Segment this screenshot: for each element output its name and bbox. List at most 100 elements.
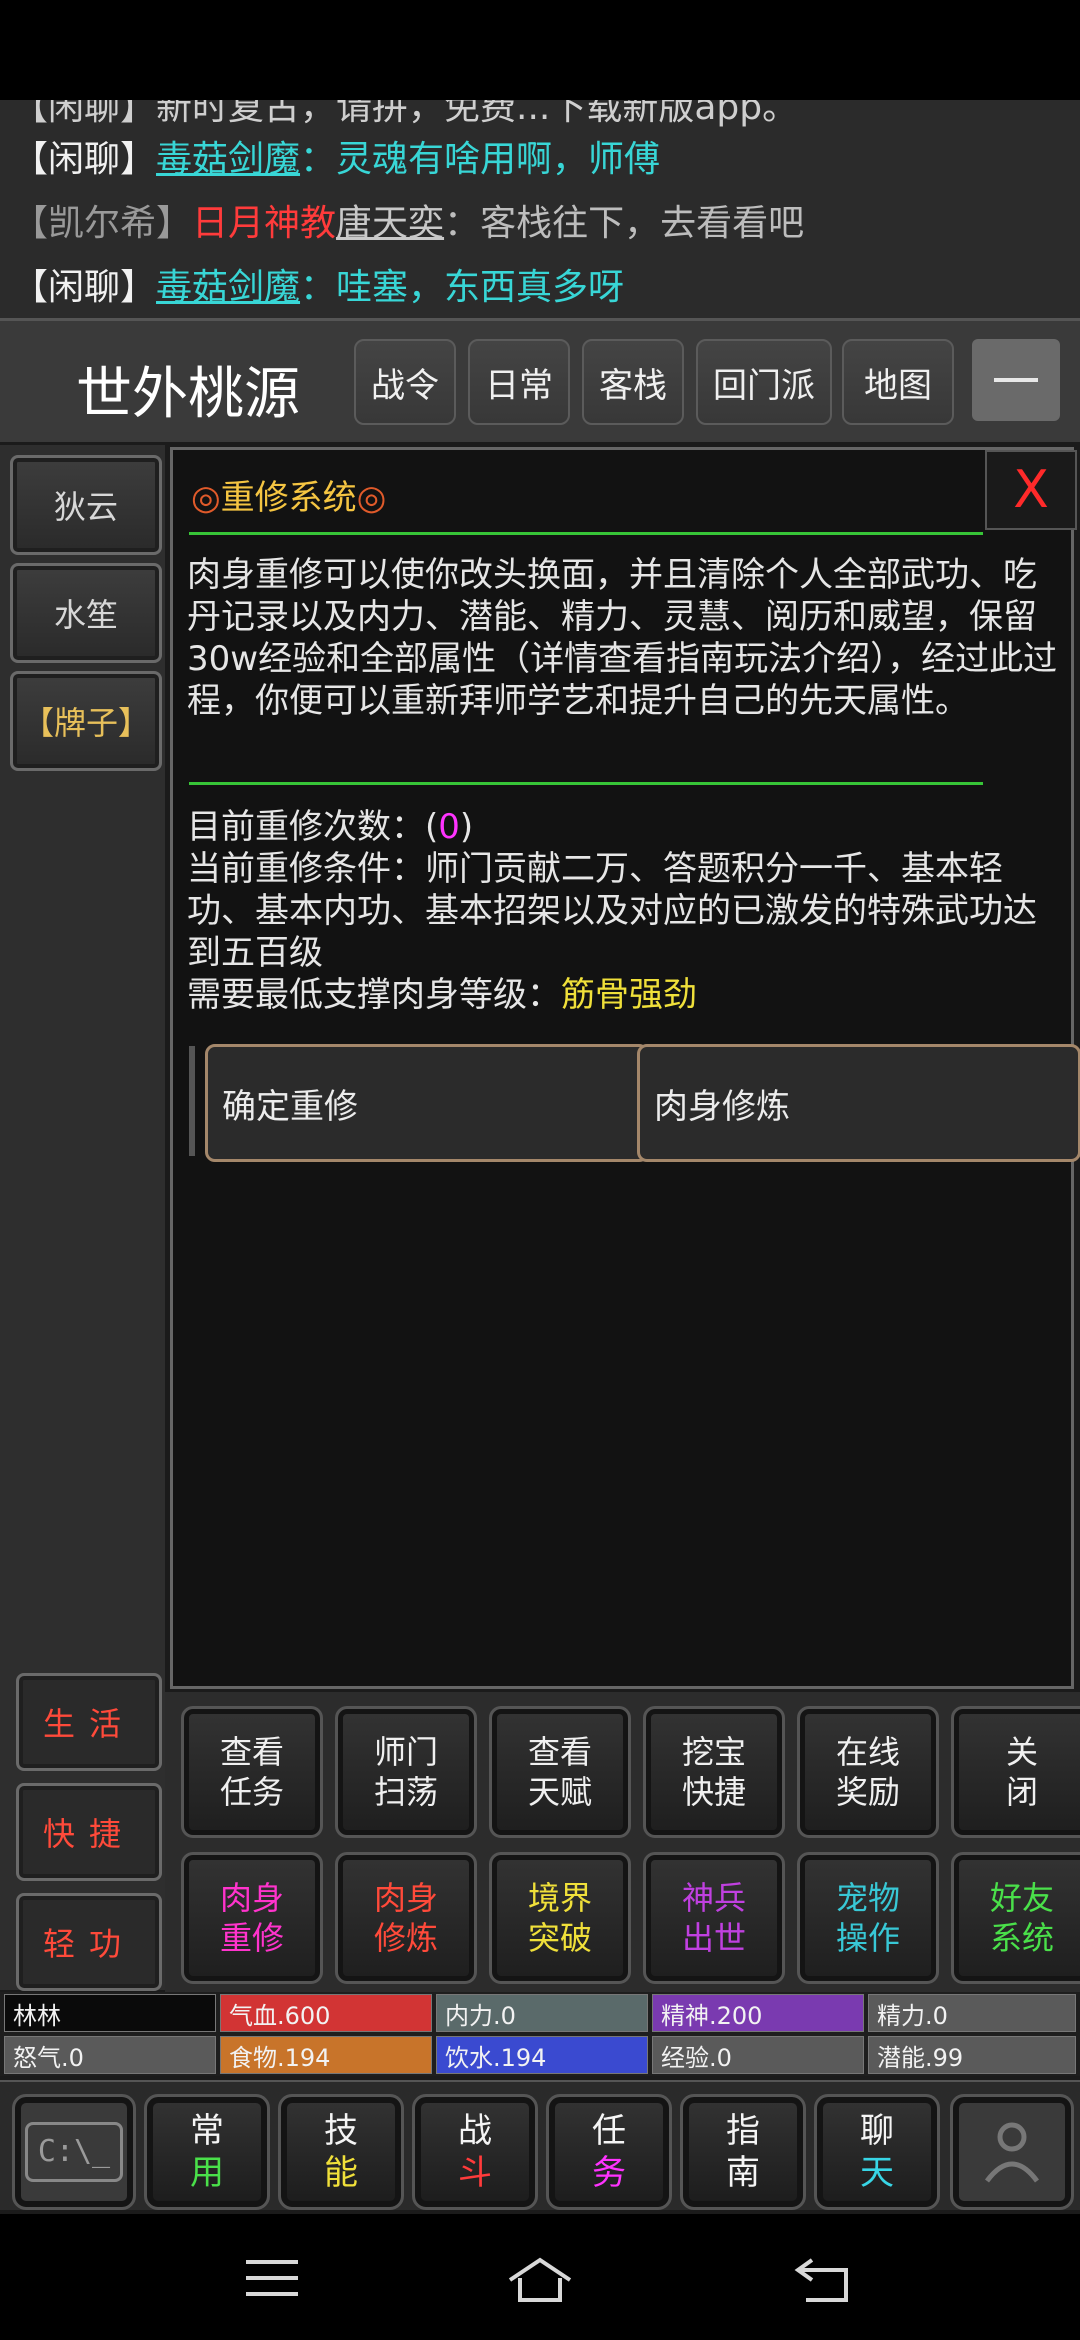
btn-line: 任务: [219, 1773, 284, 1811]
body-train-grid-button[interactable]: 肉身 修炼: [335, 1852, 477, 1984]
npc-button[interactable]: 水笙: [10, 563, 162, 663]
home-icon[interactable]: [506, 2256, 574, 2304]
shortcut-button[interactable]: 快捷: [16, 1783, 162, 1881]
count-bracket: ): [459, 807, 474, 847]
chat-message: 灵魂有啥用啊，师傅: [336, 139, 661, 180]
qinggong-button[interactable]: 轻功: [16, 1893, 162, 1991]
chat-sender[interactable]: 毒菇剑魔: [156, 139, 300, 180]
required-level: 需要最低支撑肉身等级：筋骨强劲: [187, 974, 1067, 1016]
tab-line: 天: [860, 2153, 894, 2193]
sect-sweep-button[interactable]: 师门 扫荡: [335, 1706, 477, 1838]
chat-sender[interactable]: 唐天奕: [336, 203, 444, 244]
nav-zhanling-button[interactable]: 战令: [354, 339, 456, 425]
npc-sign-button[interactable]: 【牌子】: [10, 671, 162, 771]
btn-line: 操作: [835, 1919, 900, 1957]
minus-icon: [994, 378, 1038, 382]
chat-sep: ：: [300, 267, 337, 308]
chat-channel: 【闲聊】: [12, 267, 157, 308]
tab-line: 务: [592, 2153, 626, 2193]
chat-line: 【闲聊】毒菇剑魔：灵魂有啥用啊，师傅: [12, 130, 660, 182]
combat-tab[interactable]: 战斗: [412, 2094, 538, 2210]
btn-line: 肉身: [219, 1879, 284, 1917]
confirm-rebuild-button[interactable]: 确定重修: [205, 1044, 649, 1162]
stat-energy: 精力.0: [868, 1994, 1076, 2032]
btn-line: 查看: [527, 1733, 592, 1771]
nav-map-button[interactable]: 地图: [842, 339, 954, 425]
tab-line: 常: [190, 2111, 224, 2151]
close-grid-button[interactable]: 关闭: [951, 1706, 1080, 1838]
btn-line: 扫荡: [373, 1773, 438, 1811]
location-bar: 世外桃源 战令 日常 客栈 回门派 地图: [0, 318, 1080, 442]
player-name: 林林: [4, 1994, 216, 2032]
btn-line: 神兵: [681, 1879, 746, 1917]
close-button[interactable]: X: [985, 450, 1077, 530]
profile-button[interactable]: [950, 2094, 1074, 2210]
chat-sect: 日月神教: [192, 203, 337, 244]
tab-line: 任: [592, 2111, 626, 2151]
treasure-shortcut-button[interactable]: 挖宝 快捷: [643, 1706, 785, 1838]
divider-line: [189, 782, 983, 785]
skills-tab[interactable]: 技能: [278, 2094, 404, 2210]
chat-tab[interactable]: 聊天: [814, 2094, 940, 2210]
stat-exp: 经验.0: [652, 2036, 864, 2074]
back-icon[interactable]: [794, 2256, 850, 2304]
chat-message: 客栈往下，去看看吧: [480, 203, 805, 244]
stat-neili: 内力.0: [436, 1994, 648, 2032]
nav-daily-button[interactable]: 日常: [468, 339, 570, 425]
terminal-icon: C:\_: [24, 2122, 124, 2182]
guide-tab[interactable]: 指南: [680, 2094, 806, 2210]
level-label: 需要最低支撑肉身等级：: [187, 975, 561, 1015]
chat-sep: ：: [300, 139, 337, 180]
friends-button[interactable]: 好友 系统: [951, 1852, 1080, 1984]
common-tab[interactable]: 常用: [144, 2094, 270, 2210]
quests-tab[interactable]: 任务: [546, 2094, 672, 2210]
tab-line: 用: [190, 2153, 224, 2193]
stat-food: 食物.194: [220, 2036, 432, 2074]
system-navigation: [0, 2214, 1080, 2340]
button-group-marker: [189, 1046, 195, 1156]
nav-inn-button[interactable]: 客栈: [582, 339, 684, 425]
body-rebuild-button[interactable]: 肉身 重修: [181, 1852, 323, 1984]
btn-line: 好友: [989, 1879, 1054, 1917]
bottom-menu: C:\_ 常用 技能 战斗 任务 指南 聊天: [0, 2080, 1080, 2210]
divine-weapon-button[interactable]: 神兵 出世: [643, 1852, 785, 1984]
divider-line: [189, 532, 983, 535]
ornament-icon: ◎: [191, 478, 221, 518]
view-tasks-button[interactable]: 查看 任务: [181, 1706, 323, 1838]
chat-sender[interactable]: 毒菇剑魔: [156, 267, 300, 308]
btn-line: 快捷: [681, 1773, 746, 1811]
level-value: 筋骨强劲: [561, 975, 697, 1015]
stats-bar: 林林 气血.600 内力.0 精神.200 精力.0 怒气.0 食物.194 饮…: [0, 1992, 1080, 2076]
terminal-button[interactable]: C:\_: [12, 2094, 136, 2210]
profile-icon: [984, 2122, 1040, 2183]
btn-line: 查看: [219, 1733, 284, 1771]
count-bracket: (: [425, 807, 439, 847]
btn-line: 在线: [835, 1733, 900, 1771]
chat-log[interactable]: 【闲聊】新时复古，请拼，免费...下载新版app。 【闲聊】毒菇剑魔：灵魂有啥用…: [0, 100, 1080, 318]
action-grid: 查看 任务 师门 扫荡 查看 天赋 挖宝 快捷 在线 奖励 关闭 肉身 重修 肉身 修炼 境界…: [165, 1692, 1080, 1992]
chat-channel: 【凯尔希】: [12, 203, 193, 244]
rebuild-count: 目前重修次数：(0): [187, 806, 1067, 848]
stat-rage: 怒气.0: [4, 2036, 216, 2074]
chat-line: 【凯尔希】日月神教唐天奕：客栈往下，去看看吧: [12, 194, 804, 246]
npc-button[interactable]: 狄云: [10, 455, 162, 555]
btn-line: 重修: [219, 1919, 284, 1957]
tab-line: 斗: [458, 2153, 492, 2193]
view-talent-button[interactable]: 查看 天赋: [489, 1706, 631, 1838]
body-train-button[interactable]: 肉身修炼: [637, 1044, 1080, 1162]
chat-sep: ：: [444, 203, 481, 244]
realm-breakthrough-button[interactable]: 境界 突破: [489, 1852, 631, 1984]
btn-line: 宠物: [835, 1879, 900, 1917]
chat-message: 哇塞，东西真多呀: [336, 267, 625, 308]
btn-line: 天赋: [527, 1773, 592, 1811]
pet-button[interactable]: 宠物 操作: [797, 1852, 939, 1984]
nav-return-sect-button[interactable]: 回门派: [696, 339, 832, 425]
life-button[interactable]: 生活: [16, 1673, 162, 1771]
minimize-button[interactable]: [972, 339, 1060, 421]
menu-icon[interactable]: [244, 2256, 300, 2300]
online-reward-button[interactable]: 在线 奖励: [797, 1706, 939, 1838]
stat-spirit: 精神.200: [652, 1994, 864, 2032]
btn-line: 突破: [527, 1919, 592, 1957]
btn-line: 关: [1005, 1733, 1038, 1771]
count-label: 目前重修次数：: [187, 807, 425, 847]
